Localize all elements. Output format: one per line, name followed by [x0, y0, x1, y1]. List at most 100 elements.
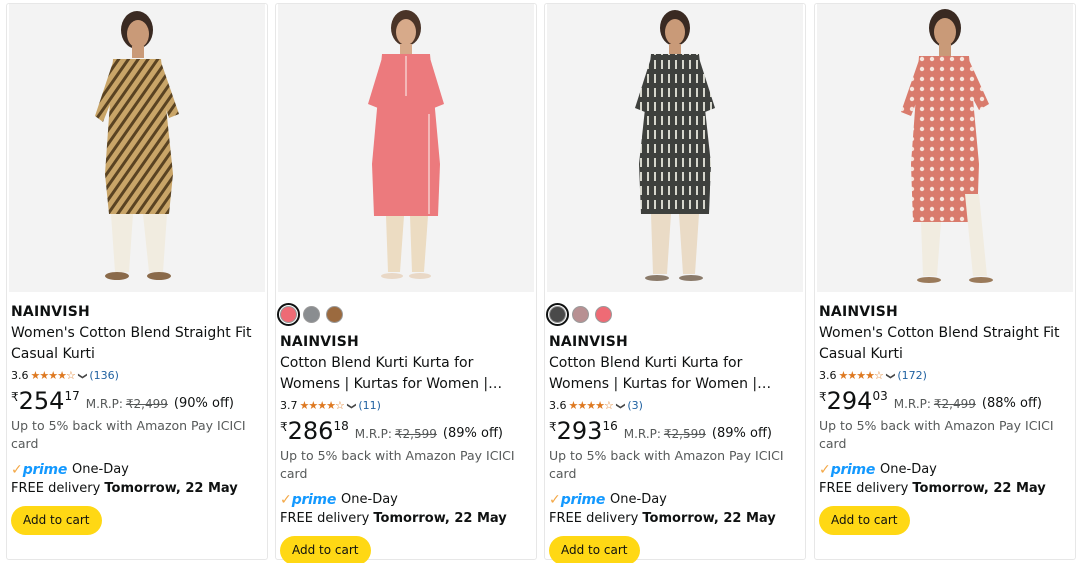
chevron-down-icon[interactable]: ❯ — [881, 372, 899, 380]
prime-check-icon: ✓ — [819, 462, 831, 478]
prime-logo: prime — [830, 462, 876, 478]
discount-percent: (90% off) — [173, 396, 234, 411]
cashback-offer: Up to 5% back with Amazon Pay ICICI card — [819, 418, 1054, 451]
prime-logo: prime — [560, 492, 606, 508]
product-title[interactable]: Women's Cotton Blend Straight Fit Casual… — [819, 323, 1071, 365]
color-swatch-coral[interactable] — [595, 305, 612, 323]
prime-badge: ✓ prime One-Day — [819, 461, 1071, 479]
price[interactable]: ₹ 286 18 M.R.P: ₹2,599 (89% off) — [280, 418, 532, 446]
discount-percent: (88% off) — [981, 396, 1042, 411]
mrp: M.R.P: ₹2,499 — [86, 397, 168, 411]
mrp-value: ₹2,499 — [933, 397, 976, 411]
currency-symbol: ₹ — [549, 420, 557, 434]
price-fraction: 17 — [64, 389, 80, 403]
mrp: M.R.P: ₹2,499 — [894, 397, 976, 411]
product-title[interactable]: Cotton Blend Kurti Kurta for Womens | Ku… — [280, 353, 532, 395]
price-fraction: 03 — [872, 389, 888, 403]
delivery-prefix: FREE delivery — [549, 511, 643, 526]
kurti-model-image — [95, 11, 179, 280]
price[interactable]: ₹ 293 16 M.R.P: ₹2,599 (89% off) — [549, 418, 801, 446]
color-swatch-mauve[interactable] — [572, 305, 589, 323]
currency-symbol: ₹ — [819, 390, 827, 404]
delivery-prefix: FREE delivery — [819, 481, 913, 496]
prime-logo: prime — [22, 462, 68, 478]
chevron-down-icon[interactable]: ❯ — [342, 402, 360, 410]
cashback-offer: Up to 5% back with Amazon Pay ICICI card — [11, 418, 246, 451]
rating-row[interactable]: 3.7 ★★★★☆ ❯ (11) — [280, 397, 532, 415]
product-title[interactable]: Cotton Blend Kurti Kurta for Womens | Ku… — [549, 353, 801, 395]
delivery-prefix: FREE delivery — [11, 481, 105, 496]
kurti-model-image — [368, 10, 444, 279]
discount-percent: (89% off) — [711, 426, 772, 441]
chevron-down-icon[interactable]: ❯ — [73, 372, 91, 380]
review-count-link[interactable]: (11) — [358, 397, 381, 415]
product-card[interactable]: NAINVISH Women's Cotton Blend Straight F… — [814, 3, 1076, 560]
chevron-down-icon[interactable]: ❯ — [611, 402, 629, 410]
discount-percent: (89% off) — [442, 426, 503, 441]
add-to-cart-button[interactable]: Add to cart — [280, 536, 371, 563]
add-to-cart-button[interactable]: Add to cart — [11, 506, 102, 535]
product-image[interactable] — [817, 4, 1073, 292]
star-rating-icon[interactable]: ★★★★☆ — [839, 367, 884, 385]
cashback-offer: Up to 5% back with Amazon Pay ICICI card — [549, 448, 784, 481]
brand-name: NAINVISH — [280, 334, 359, 350]
star-rating-icon[interactable]: ★★★★☆ — [300, 397, 345, 415]
product-image[interactable] — [547, 4, 803, 292]
review-count-link[interactable]: (172) — [897, 367, 927, 385]
prime-speed: One-Day — [610, 492, 667, 507]
color-swatch-black[interactable] — [546, 302, 569, 326]
delivery-info: FREE delivery Tomorrow, 22 May — [549, 509, 801, 528]
star-rating-icon[interactable]: ★★★★☆ — [569, 397, 614, 415]
review-count-link[interactable]: (3) — [627, 397, 643, 415]
product-card[interactable]: NAINVISH Women's Cotton Blend Straight F… — [6, 3, 268, 560]
rating-value: 3.7 — [280, 399, 298, 412]
brand-name: NAINVISH — [11, 304, 90, 320]
mrp-value: ₹2,499 — [125, 397, 168, 411]
star-rating-icon[interactable]: ★★★★☆ — [31, 367, 76, 385]
rating-row[interactable]: 3.6 ★★★★☆ ❯ (172) — [819, 367, 1071, 385]
delivery-date: Tomorrow, 22 May — [642, 511, 776, 526]
delivery-info: FREE delivery Tomorrow, 22 May — [11, 479, 263, 498]
color-swatches — [546, 302, 801, 326]
prime-speed: One-Day — [341, 492, 398, 507]
delivery-info: FREE delivery Tomorrow, 22 May — [280, 509, 532, 528]
delivery-prefix: FREE delivery — [280, 511, 374, 526]
product-card[interactable]: NAINVISH Cotton Blend Kurti Kurta for Wo… — [275, 3, 537, 563]
rating-value: 3.6 — [11, 369, 29, 382]
price[interactable]: ₹ 294 03 M.R.P: ₹2,499 (88% off) — [819, 388, 1071, 416]
product-image[interactable] — [278, 4, 534, 292]
kurti-model-image — [901, 9, 993, 283]
review-count-link[interactable]: (136) — [89, 367, 119, 385]
add-to-cart-button[interactable]: Add to cart — [549, 536, 640, 563]
price-whole: 254 — [18, 387, 65, 415]
color-swatches — [277, 302, 532, 326]
price-whole: 286 — [287, 417, 334, 445]
rating-value: 3.6 — [819, 369, 837, 382]
prime-speed: One-Day — [72, 462, 129, 477]
price[interactable]: ₹ 254 17 M.R.P: ₹2,499 (90% off) — [11, 388, 263, 416]
product-title[interactable]: Women's Cotton Blend Straight Fit Casual… — [11, 323, 263, 365]
product-image[interactable] — [9, 4, 265, 292]
delivery-date: Tomorrow, 22 May — [373, 511, 507, 526]
price-whole: 293 — [556, 417, 603, 445]
mrp-value: ₹2,599 — [663, 427, 706, 441]
color-swatch-brown[interactable] — [326, 305, 343, 323]
rating-row[interactable]: 3.6 ★★★★☆ ❯ (3) — [549, 397, 801, 415]
rating-row[interactable]: 3.6 ★★★★☆ ❯ (136) — [11, 367, 263, 385]
delivery-info: FREE delivery Tomorrow, 22 May — [819, 479, 1071, 498]
mrp: M.R.P: ₹2,599 — [624, 427, 706, 441]
delivery-date: Tomorrow, 22 May — [912, 481, 1046, 496]
product-card[interactable]: NAINVISH Cotton Blend Kurti Kurta for Wo… — [544, 3, 806, 563]
price-fraction: 18 — [333, 419, 349, 433]
delivery-date: Tomorrow, 22 May — [104, 481, 238, 496]
color-swatch-coral[interactable] — [277, 302, 300, 326]
prime-logo: prime — [291, 492, 337, 508]
currency-symbol: ₹ — [280, 420, 288, 434]
cashback-offer: Up to 5% back with Amazon Pay ICICI card — [280, 448, 515, 481]
mrp-label: M.R.P: — [85, 397, 123, 411]
prime-badge: ✓ prime One-Day — [280, 491, 532, 509]
price-fraction: 16 — [602, 419, 618, 433]
prime-badge: ✓ prime One-Day — [11, 461, 263, 479]
color-swatch-grey[interactable] — [303, 305, 320, 323]
add-to-cart-button[interactable]: Add to cart — [819, 506, 910, 535]
